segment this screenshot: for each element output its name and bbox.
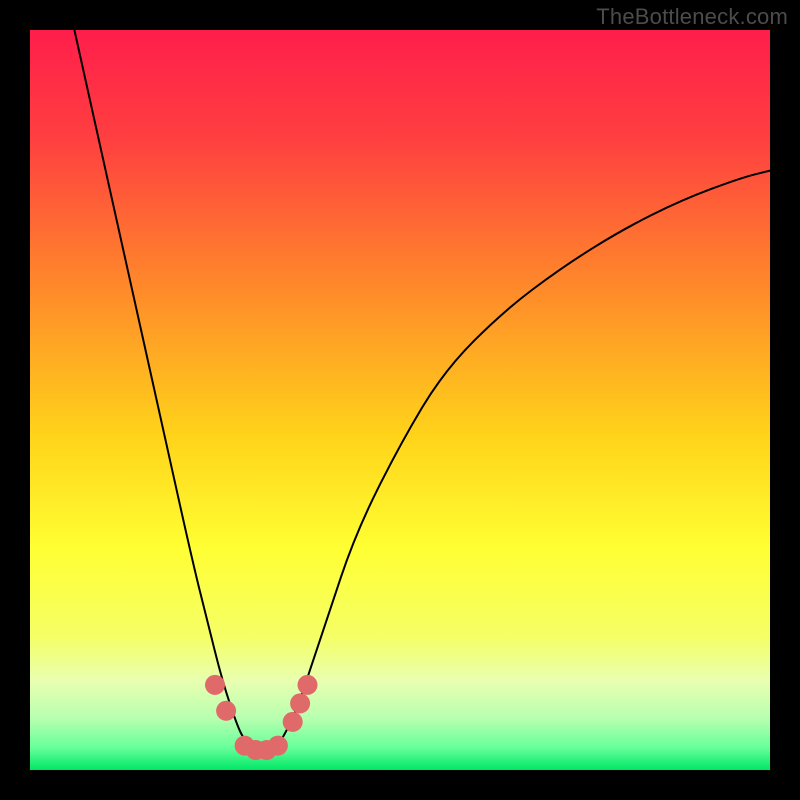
marker-point	[205, 675, 225, 695]
plot-area	[30, 30, 770, 770]
marker-point	[290, 693, 310, 713]
marker-point	[283, 712, 303, 732]
gradient-background	[30, 30, 770, 770]
watermark-text: TheBottleneck.com	[596, 4, 788, 30]
marker-point	[298, 675, 318, 695]
chart-frame: TheBottleneck.com	[0, 0, 800, 800]
marker-point	[216, 701, 236, 721]
chart-svg	[30, 30, 770, 770]
marker-point	[268, 736, 288, 756]
